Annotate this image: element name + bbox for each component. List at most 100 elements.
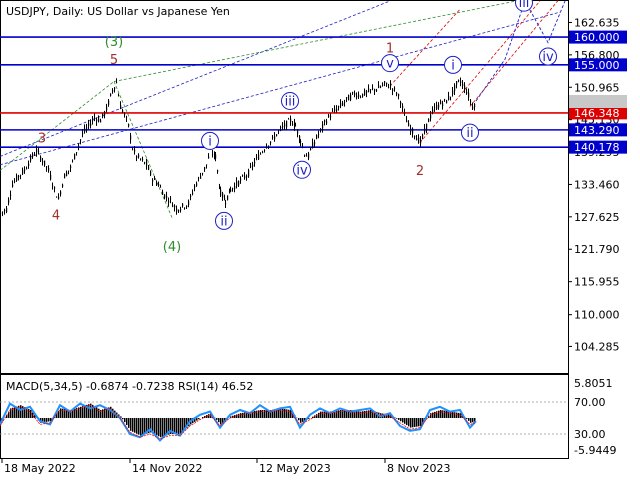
candle-body bbox=[6, 208, 8, 213]
candle-body bbox=[422, 134, 424, 137]
candle-body bbox=[192, 192, 194, 195]
candle-body bbox=[312, 142, 314, 149]
candle-body bbox=[244, 175, 246, 179]
candle-body bbox=[152, 179, 154, 182]
candle-body bbox=[4, 209, 6, 212]
wave-label-5: 5 bbox=[110, 53, 118, 68]
candle-body bbox=[440, 101, 442, 104]
macd-bar bbox=[402, 418, 404, 423]
candle-body bbox=[308, 153, 310, 159]
candle-body bbox=[464, 85, 466, 90]
candle-body bbox=[324, 120, 326, 122]
candle-body bbox=[46, 166, 48, 168]
candle-body bbox=[164, 194, 166, 198]
candle-body bbox=[2, 211, 4, 213]
macd-bar bbox=[302, 418, 304, 422]
macd-bar bbox=[404, 418, 406, 424]
macd-bar bbox=[156, 418, 158, 436]
macd-bar bbox=[158, 418, 160, 437]
candle-body bbox=[458, 80, 460, 82]
price-tick-label: 150.965 bbox=[574, 81, 620, 94]
macd-bar bbox=[88, 404, 90, 418]
candle-body bbox=[390, 84, 392, 87]
wave-label-3: 3 bbox=[38, 132, 46, 147]
level-tag-155.000: 155.000 bbox=[574, 59, 620, 72]
macd-bar bbox=[398, 418, 400, 420]
candle-body bbox=[200, 176, 202, 179]
candle-body bbox=[112, 89, 114, 92]
candle-body bbox=[406, 120, 408, 123]
candle-body bbox=[456, 81, 458, 85]
candle-body bbox=[254, 161, 256, 164]
macd-bar bbox=[30, 410, 32, 418]
macd-bar bbox=[444, 410, 446, 418]
candle-body bbox=[426, 123, 428, 130]
candle-body bbox=[240, 178, 242, 181]
macd-bar bbox=[176, 418, 178, 434]
candle-body bbox=[202, 172, 204, 174]
candle-body bbox=[364, 90, 366, 96]
wave-label-v: v bbox=[386, 57, 394, 72]
wave-label-i: i bbox=[208, 134, 212, 149]
candle-body bbox=[186, 205, 188, 208]
candle-body bbox=[12, 184, 14, 187]
macd-bar bbox=[132, 418, 134, 432]
candle-body bbox=[286, 120, 288, 128]
wave-label-iii: iii bbox=[285, 94, 296, 109]
candle-body bbox=[238, 181, 240, 186]
macd-bar bbox=[446, 410, 448, 418]
candle-body bbox=[94, 117, 96, 119]
macd-bar bbox=[180, 418, 182, 434]
candle-body bbox=[336, 108, 338, 112]
price-chart: USDJPY, Daily: US Dollar vs Japanese Yen… bbox=[0, 0, 640, 480]
candle-body bbox=[134, 149, 136, 152]
candle-body bbox=[356, 95, 358, 98]
price-tick-label: 115.955 bbox=[574, 276, 620, 289]
wave-label-iii: iii bbox=[519, 0, 530, 11]
wave-label-i: i bbox=[451, 58, 455, 73]
candle-body bbox=[182, 203, 184, 207]
candle-body bbox=[172, 204, 174, 207]
macd-bar bbox=[470, 418, 472, 423]
candle-body bbox=[344, 101, 346, 103]
candle-body bbox=[215, 154, 217, 159]
candle-body bbox=[140, 158, 142, 160]
macd-bar bbox=[240, 413, 242, 418]
macd-bar bbox=[298, 418, 300, 421]
macd-bar bbox=[442, 410, 444, 418]
candle-body bbox=[470, 100, 472, 102]
candle-body bbox=[274, 136, 276, 140]
candle-body bbox=[328, 115, 330, 118]
candle-body bbox=[28, 163, 30, 166]
candle-body bbox=[384, 81, 386, 84]
candle-body bbox=[424, 128, 426, 132]
candle-body bbox=[304, 155, 306, 157]
macd-bar bbox=[358, 411, 360, 418]
candle-body bbox=[360, 97, 362, 98]
candle-body bbox=[288, 119, 290, 120]
candle-body bbox=[88, 122, 90, 126]
macd-bar bbox=[300, 418, 302, 423]
candle-body bbox=[362, 93, 364, 97]
candle-body bbox=[466, 92, 468, 94]
candle-body bbox=[460, 81, 462, 84]
macd-bar bbox=[418, 418, 420, 427]
candle-body bbox=[270, 141, 272, 143]
candle-body bbox=[8, 199, 10, 204]
candle-body bbox=[58, 197, 60, 199]
macd-bar bbox=[216, 418, 218, 420]
candle-body bbox=[436, 104, 438, 110]
candle-body bbox=[386, 82, 388, 85]
candle-body bbox=[120, 104, 122, 109]
level-tag-140.178: 140.178 bbox=[574, 141, 620, 154]
candle-body bbox=[272, 136, 274, 138]
candle-body bbox=[408, 123, 410, 127]
candle-body bbox=[450, 96, 452, 98]
candle-body bbox=[62, 184, 64, 187]
candle-body bbox=[148, 166, 150, 170]
candle-body bbox=[92, 119, 94, 122]
candle-body bbox=[404, 112, 406, 113]
indicator-tick-label: 70.00 bbox=[574, 396, 606, 409]
price-tick-label: 162.635 bbox=[574, 16, 620, 29]
candle-body bbox=[230, 189, 232, 192]
